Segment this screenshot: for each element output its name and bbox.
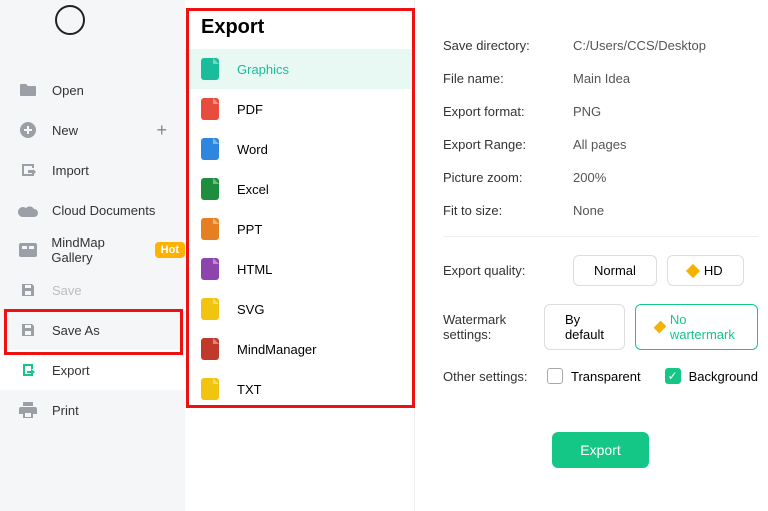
format-txt[interactable]: TXT <box>185 369 414 409</box>
svg-file-icon <box>201 298 219 320</box>
format-html[interactable]: HTML <box>185 249 414 289</box>
plus-circle-icon <box>18 120 38 140</box>
export-quality-label: Export quality: <box>443 263 573 278</box>
file-name-label: File name: <box>443 71 573 86</box>
export-icon <box>18 360 38 380</box>
export-range-label: Export Range: <box>443 137 573 152</box>
sidebar-item-export[interactable]: Export <box>0 350 185 390</box>
sidebar-item-import[interactable]: Import <box>0 150 185 190</box>
export-format-value[interactable]: PNG <box>573 104 601 119</box>
sidebar-label: Open <box>52 83 84 98</box>
format-pdf[interactable]: PDF <box>185 89 414 129</box>
format-ppt[interactable]: PPT <box>185 209 414 249</box>
diamond-icon <box>686 263 700 277</box>
print-icon <box>18 400 38 420</box>
sidebar-label: Cloud Documents <box>52 203 155 218</box>
format-label: PDF <box>237 102 263 117</box>
save-icon <box>18 280 38 300</box>
import-icon <box>18 160 38 180</box>
mindmanager-file-icon <box>201 338 219 360</box>
sidebar-item-print[interactable]: Print <box>0 390 185 430</box>
format-label: Excel <box>237 182 269 197</box>
format-label: PPT <box>237 222 262 237</box>
pill-label: HD <box>704 263 723 278</box>
format-word[interactable]: Word <box>185 129 414 169</box>
watermark-none-button[interactable]: No wartermark <box>635 304 758 350</box>
picture-zoom-value[interactable]: 200% <box>573 170 606 185</box>
checkbox-icon <box>547 368 563 384</box>
save-directory-value[interactable]: C:/Users/CCS/Desktop <box>573 38 706 53</box>
format-label: Word <box>237 142 268 157</box>
transparent-checkbox[interactable]: Transparent <box>547 368 641 384</box>
export-format-label: Export format: <box>443 104 573 119</box>
format-label: MindManager <box>237 342 317 357</box>
format-mindmanager[interactable]: MindManager <box>185 329 414 369</box>
format-label: TXT <box>237 382 262 397</box>
sidebar-item-gallery[interactable]: MindMap Gallery Hot <box>0 230 185 270</box>
pdf-file-icon <box>201 98 219 120</box>
save-as-icon <box>18 320 38 340</box>
export-settings: Save directory:C:/Users/CCS/Desktop File… <box>415 0 768 511</box>
sidebar-label: Export <box>52 363 90 378</box>
sidebar: Open New + Import Cloud Documents MindMa… <box>0 0 185 511</box>
checkbox-label: Background <box>689 369 758 384</box>
format-graphics[interactable]: Graphics <box>185 49 414 89</box>
file-name-value[interactable]: Main Idea <box>573 71 630 86</box>
format-label: SVG <box>237 302 264 317</box>
fit-to-size-value[interactable]: None <box>573 203 604 218</box>
ppt-file-icon <box>201 218 219 240</box>
sidebar-label: MindMap Gallery <box>51 235 146 265</box>
format-label: HTML <box>237 262 272 277</box>
sidebar-item-new[interactable]: New + <box>0 110 185 150</box>
format-svg[interactable]: SVG <box>185 289 414 329</box>
sidebar-item-save-as[interactable]: Save As <box>0 310 185 350</box>
format-label: Graphics <box>237 62 289 77</box>
sidebar-label: Print <box>52 403 79 418</box>
sidebar-label: Save As <box>52 323 100 338</box>
cloud-icon <box>18 200 38 220</box>
checkbox-label: Transparent <box>571 369 641 384</box>
graphics-file-icon <box>201 58 219 80</box>
sidebar-label: New <box>52 123 78 138</box>
quality-normal-button[interactable]: Normal <box>573 255 657 286</box>
folder-icon <box>18 80 38 100</box>
panel-title: Export <box>185 12 414 49</box>
background-checkbox[interactable]: ✓ Background <box>665 368 758 384</box>
watermark-default-button[interactable]: By default <box>544 304 625 350</box>
fit-to-size-label: Fit to size: <box>443 203 573 218</box>
txt-file-icon <box>201 378 219 400</box>
quality-hd-button[interactable]: HD <box>667 255 744 286</box>
checkbox-checked-icon: ✓ <box>665 368 681 384</box>
sidebar-item-cloud[interactable]: Cloud Documents <box>0 190 185 230</box>
pill-label: No wartermark <box>670 312 737 342</box>
sidebar-item-save: Save <box>0 270 185 310</box>
save-directory-label: Save directory: <box>443 38 573 53</box>
picture-zoom-label: Picture zoom: <box>443 170 573 185</box>
other-settings-label: Other settings: <box>443 369 547 384</box>
divider <box>443 236 758 237</box>
back-icon[interactable] <box>55 5 85 35</box>
excel-file-icon <box>201 178 219 200</box>
word-file-icon <box>201 138 219 160</box>
export-range-value[interactable]: All pages <box>573 137 626 152</box>
gallery-icon <box>18 240 37 260</box>
sidebar-label: Save <box>52 283 82 298</box>
export-formats-panel: Export Graphics PDF Word Excel PPT HTML … <box>185 0 415 511</box>
export-button[interactable]: Export <box>552 432 648 468</box>
sidebar-item-open[interactable]: Open <box>0 70 185 110</box>
plus-icon[interactable]: + <box>156 120 167 141</box>
hot-badge: Hot <box>155 242 185 258</box>
watermark-label: Watermark settings: <box>443 312 544 342</box>
sidebar-label: Import <box>52 163 89 178</box>
format-excel[interactable]: Excel <box>185 169 414 209</box>
diamond-icon <box>654 321 667 334</box>
html-file-icon <box>201 258 219 280</box>
